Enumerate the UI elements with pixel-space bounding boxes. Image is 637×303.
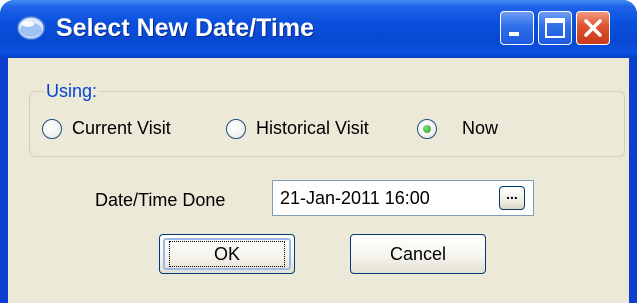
radio-label-now[interactable]: Now	[462, 118, 498, 139]
maximize-button[interactable]	[538, 11, 572, 45]
window-title: Select New Date/Time	[56, 14, 314, 42]
minimize-button[interactable]	[500, 11, 534, 45]
using-groupbox: Using: Current Visit Historical Visit No…	[29, 81, 625, 157]
ok-button[interactable]: OK	[159, 234, 295, 274]
dialog-body: Using: Current Visit Historical Visit No…	[8, 58, 629, 303]
app-icon	[17, 16, 45, 40]
title-bar[interactable]: Select New Date/Time	[0, 0, 637, 58]
cancel-button[interactable]: Cancel	[350, 234, 486, 274]
maximize-icon	[545, 18, 565, 38]
radio-selected-dot	[423, 125, 431, 133]
radio-current-visit[interactable]	[42, 119, 62, 139]
dialog-window: Select New Date/Time Using: Current Visi…	[0, 0, 637, 303]
using-legend: Using:	[44, 81, 100, 102]
radio-historical-visit[interactable]	[226, 119, 246, 139]
date-time-done-label: Date/Time Done	[95, 190, 226, 210]
close-button[interactable]	[576, 11, 610, 45]
minimize-icon	[509, 32, 519, 36]
radio-now[interactable]	[417, 119, 437, 139]
cancel-button-label: Cancel	[389, 244, 447, 264]
date-picker-button[interactable]: ...	[499, 186, 525, 210]
ok-button-label: OK	[213, 244, 240, 264]
radio-label-current-visit[interactable]: Current Visit	[72, 118, 171, 139]
close-icon	[584, 19, 602, 37]
radio-label-historical-visit[interactable]: Historical Visit	[256, 118, 369, 139]
date-time-input[interactable]	[272, 180, 534, 216]
